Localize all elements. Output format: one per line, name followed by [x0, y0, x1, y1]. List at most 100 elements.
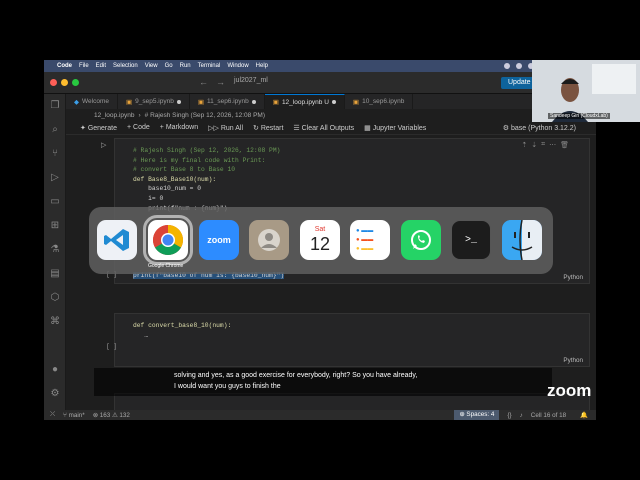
indentation-status[interactable]: ⊕ Spaces: 4 [454, 410, 500, 420]
delete-cell-icon[interactable]: 🗑 [560, 141, 569, 149]
breadcrumb-file[interactable]: 12_loop.ipynb [94, 112, 134, 119]
remote-explorer-icon[interactable]: ▭ [49, 196, 61, 208]
cell-language[interactable]: Python [563, 274, 583, 281]
clear-outputs-button[interactable]: ☰ Clear All Outputs [293, 124, 354, 132]
tab-12-loop[interactable]: ▣ 12_loop.ipynb U [264, 94, 345, 109]
kernel-icon: ⚙ [502, 124, 511, 132]
menu-help[interactable]: Help [256, 63, 268, 69]
modified-dot-icon [251, 99, 256, 104]
status-icon[interactable] [516, 63, 522, 69]
kernel-picker[interactable]: ⚙ base (Python 3.12.2) [503, 124, 596, 132]
menu-selection[interactable]: Selection [113, 63, 138, 69]
run-cell-icon[interactable]: ▷ [101, 141, 106, 149]
notebook-icon: ▣ [272, 99, 279, 106]
menu-view[interactable]: View [145, 63, 158, 69]
chrome-app-icon[interactable] [143, 215, 193, 265]
search-icon[interactable]: ⌕ [49, 124, 61, 136]
code-line: def convert_base8_10(num): [133, 322, 232, 329]
generate-button[interactable]: ✦ Generate [80, 124, 117, 132]
reminder-dot-icon: ● ▬▬ [356, 246, 374, 252]
variables-button[interactable]: ▦ Jupyter Variables [364, 124, 426, 132]
terminal-app-icon[interactable]: >_ [451, 220, 491, 260]
variables-label: Jupyter Variables [372, 124, 427, 132]
code-cell[interactable]: def convert_base8_10(num): … Python [114, 313, 590, 367]
tab-9-sep5[interactable]: ▣ 9_sep5.ipynb [118, 94, 190, 109]
zoom-app-icon[interactable]: zoom [199, 220, 239, 260]
generate-label: Generate [87, 124, 117, 132]
maximize-window-icon[interactable] [72, 79, 79, 86]
run-all-button[interactable]: ▷▷ Run All [208, 124, 243, 132]
menu-terminal[interactable]: Terminal [198, 63, 221, 69]
run-debug-icon[interactable]: ▷ [49, 172, 61, 184]
folded-code-ellipsis[interactable]: … [144, 332, 148, 339]
chevron-right-icon: › [138, 111, 141, 119]
menu-window[interactable]: Window [227, 63, 248, 69]
problems-status[interactable]: ⊗ 163 ⚠ 132 [93, 412, 130, 419]
split-cell-icon[interactable]: ⌗ [541, 141, 545, 149]
code-block[interactable]: def convert_base8_10(num): … [133, 321, 231, 340]
back-arrow-icon[interactable]: ← [199, 77, 208, 87]
tab-label: 11_sep6.ipynb [206, 98, 249, 105]
tab-label: 12_loop.ipynb U [281, 98, 329, 106]
package-icon[interactable]: ⬡ [49, 292, 61, 304]
bell-icon[interactable]: ♪ [520, 412, 523, 419]
zoom-watermark: zoom [547, 381, 592, 400]
run-all-icon: ▷▷ [208, 124, 221, 132]
source-control-icon[interactable]: ⑂ [49, 148, 61, 160]
python-icon[interactable]: ⌘ [49, 316, 61, 328]
vscode-logo-icon [104, 229, 129, 251]
reminders-app-icon[interactable]: ● ▬▬ ● ▬▬ ● ▬▬ [350, 220, 390, 260]
tab-11-sep6[interactable]: ▣ 11_sep6.ipynb [190, 94, 265, 109]
cell-position[interactable]: Cell 16 of 18 [531, 412, 572, 419]
command-center[interactable]: jul2027_ml [234, 77, 268, 84]
cell-language[interactable]: Python [563, 357, 583, 364]
remote-icon[interactable]: ⤬ [50, 411, 55, 419]
menu-file[interactable]: File [79, 63, 89, 69]
tab-10-sep6[interactable]: ▣ 10_sep6.ipynb [345, 94, 414, 109]
menu-run[interactable]: Run [180, 63, 191, 69]
status-bar: ⤬ ⑂ main* ⊗ 163 ⚠ 132 ⊕ Spaces: 4 {} ♪ C… [44, 410, 596, 420]
breadcrumb-cell[interactable]: # Rajesh Singh (Sep 12, 2026, 12:08 PM) [145, 112, 265, 119]
explorer-icon[interactable]: ❐ [49, 100, 61, 112]
reminder-dot-icon: ● ▬▬ [356, 237, 374, 243]
reminder-dot-icon: ● ▬▬ [356, 228, 374, 234]
restart-button[interactable]: ↻ Restart [253, 124, 283, 132]
account-icon[interactable]: ● [49, 364, 61, 376]
calendar-app-icon[interactable]: Sat 12 [300, 220, 340, 260]
braces-icon[interactable]: {} [507, 412, 511, 419]
run-above-icon[interactable]: ⇡ [521, 141, 527, 149]
tab-welcome[interactable]: ◆ Welcome [66, 94, 118, 109]
execution-count: [ ] [106, 343, 118, 350]
docker-icon[interactable]: ▤ [49, 268, 61, 280]
restart-label: Restart [260, 124, 284, 132]
branch-status[interactable]: ⑂ main* [63, 412, 85, 419]
forward-arrow-icon[interactable]: → [216, 77, 225, 87]
testing-icon[interactable]: ⚗ [49, 244, 61, 256]
menu-go[interactable]: Go [165, 63, 173, 69]
extensions-icon[interactable]: ⊞ [49, 220, 61, 232]
breadcrumb: 12_loop.ipynb › # Rajesh Singh (Sep 12, … [66, 109, 596, 121]
add-code-button[interactable]: + Code [127, 124, 150, 131]
notebook-toolbar: ✦ Generate + Code + Markdown ▷▷ Run All … [66, 121, 596, 135]
vscode-tab-icon: ◆ [74, 98, 79, 106]
add-markdown-button[interactable]: + Markdown [160, 124, 198, 131]
run-below-icon[interactable]: ⇣ [531, 141, 537, 149]
notifications-icon[interactable]: 🔔 [580, 411, 596, 419]
vscode-app-icon[interactable] [97, 220, 137, 260]
chrome-logo-icon [152, 225, 184, 256]
menu-edit[interactable]: Edit [96, 63, 106, 69]
settings-gear-icon[interactable]: ⚙ [49, 388, 61, 400]
status-icon[interactable] [504, 63, 510, 69]
finder-app-icon[interactable] [502, 220, 542, 260]
finder-face-icon [502, 220, 542, 260]
more-icon[interactable]: ⋯ [549, 141, 556, 149]
terminal-prompt-icon: >_ [464, 234, 477, 246]
tab-label: 10_sep6.ipynb [362, 98, 405, 105]
minimize-window-icon[interactable] [61, 79, 68, 86]
webcam-name-label: Sandeep Giri (CloudxLab) [548, 113, 610, 119]
whatsapp-app-icon[interactable] [401, 220, 441, 260]
menu-app-name[interactable]: Code [57, 63, 72, 69]
notebook-icon: ▣ [352, 98, 360, 106]
close-window-icon[interactable] [50, 79, 57, 86]
contacts-app-icon[interactable] [249, 220, 289, 260]
